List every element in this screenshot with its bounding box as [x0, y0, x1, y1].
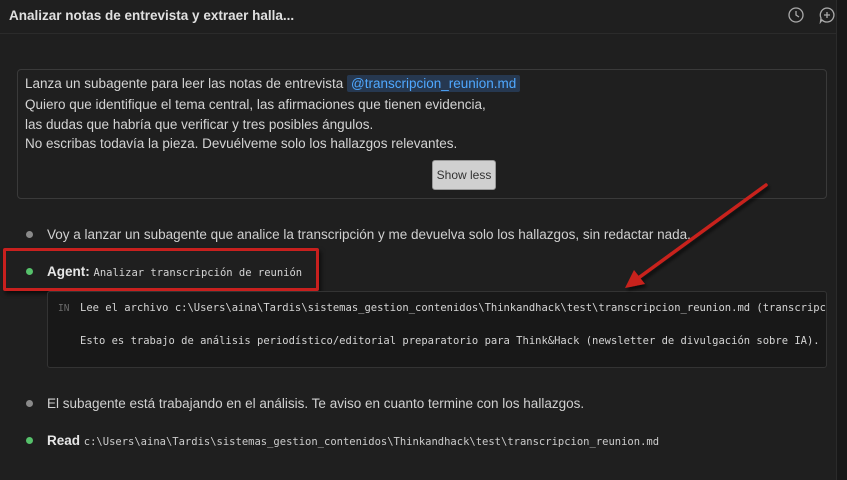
annotation-arrow — [625, 183, 768, 288]
